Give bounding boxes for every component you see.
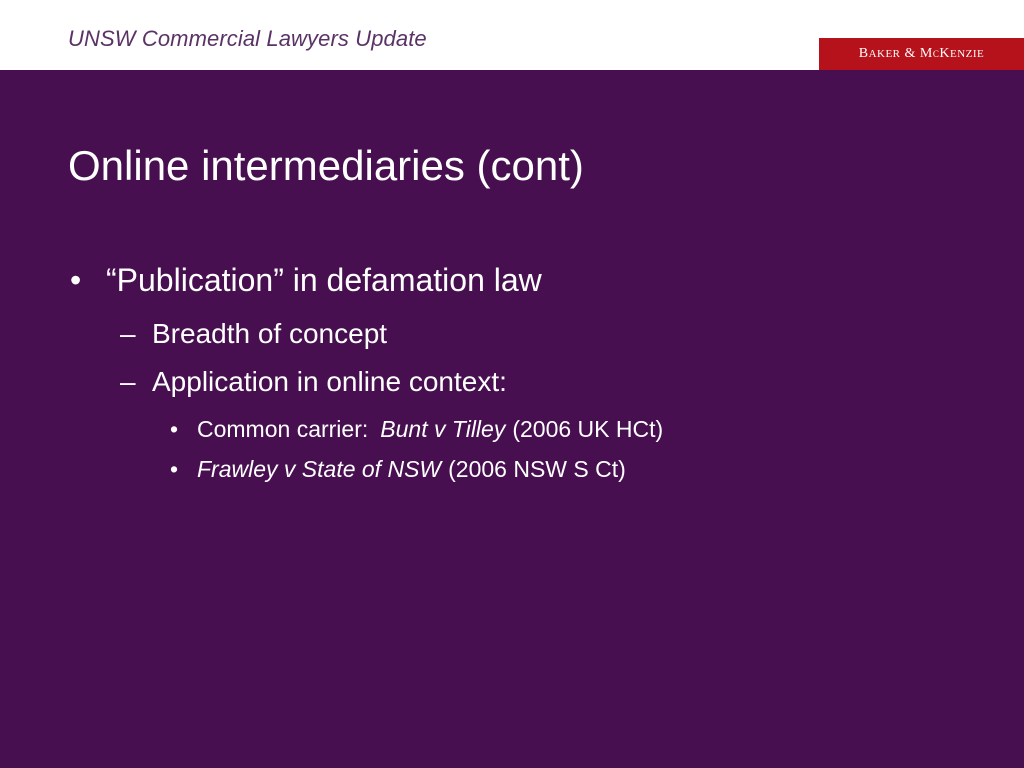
bullet-publication: • “Publication” in defamation law	[70, 262, 542, 299]
case-frawley-v-state-of-nsw: • Frawley v State of NSW (2006 NSW S Ct)	[170, 456, 626, 483]
logo-letter-k: K	[939, 46, 950, 61]
bullet-marker: •	[170, 416, 179, 442]
header-title: UNSW Commercial Lawyers Update	[68, 26, 427, 51]
sub-bullet-application: – Application in online context:	[120, 366, 507, 398]
sub-bullet-breadth: – Breadth of concept	[120, 318, 387, 350]
bullet-list: • “Publication” in defamation law – Brea…	[0, 70, 1024, 768]
logo-letter-b: B	[858, 46, 869, 61]
slide: UNSW Commercial Lawyers Update B AKER & M…	[0, 0, 1024, 768]
case-bunt-v-tilley: • Common carrier: Bunt v Tilley (2006 UK…	[170, 416, 663, 443]
logo-ampersand-m: & M	[900, 46, 933, 61]
case-citation: (2006 NSW S Ct)	[448, 456, 626, 482]
case-name: Bunt v Tilley	[380, 416, 506, 442]
logo-letters-enzie: ENZIE	[950, 48, 985, 60]
slide-body: Online intermediaries (cont) • “Publicat…	[0, 70, 1024, 768]
bullet-text: “Publication” in defamation law	[106, 262, 542, 298]
sub-bullet-text: Application in online context:	[152, 366, 507, 397]
case-name: Frawley v State of NSW	[197, 456, 442, 482]
bullet-marker: •	[70, 262, 82, 298]
header-bar: UNSW Commercial Lawyers Update B AKER & M…	[0, 0, 1024, 70]
dash-marker: –	[120, 318, 136, 349]
sub-bullet-text: Breadth of concept	[152, 318, 388, 349]
dash-marker: –	[120, 366, 136, 397]
case-prefix: Common carrier:	[197, 416, 369, 442]
case-citation: (2006 UK HCt)	[512, 416, 664, 442]
logo-letters-aker: AKER	[868, 48, 901, 60]
bullet-marker: •	[170, 456, 179, 482]
baker-mckenzie-logo: B AKER & M C K ENZIE	[819, 38, 1024, 70]
